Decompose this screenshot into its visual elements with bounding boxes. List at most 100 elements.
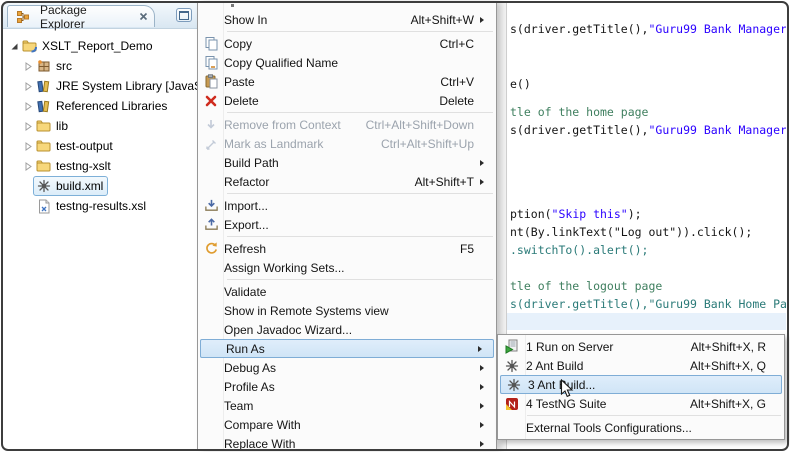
menu-item-refactor[interactable]: Refactor Alt+Shift+T (198, 172, 496, 191)
run-on-server-icon (498, 339, 526, 354)
menu-item-build-path[interactable]: Build Path (198, 153, 496, 172)
library-icon (35, 78, 52, 94)
menu-item-debug-as[interactable]: Debug As (198, 358, 496, 377)
menu-item-export[interactable]: Export... (198, 215, 496, 234)
menu-item-paste[interactable]: Paste Ctrl+V (198, 72, 496, 91)
menu-item-remove-from-context[interactable]: Remove from Context Ctrl+Alt+Shift+Down (198, 115, 496, 134)
tree-item-testng-results[interactable]: testng-results.xsl (3, 196, 197, 216)
tree-item-src[interactable]: src (3, 56, 197, 76)
tree-label: JRE System Library [JavaSE-1.6] (56, 79, 197, 93)
tree-item-project[interactable]: XSLT_Report_Demo (3, 36, 197, 56)
menu-item-profile-as[interactable]: Profile As (198, 377, 496, 396)
submenu-item-ant-build-3[interactable]: 3 Ant Build... (500, 375, 782, 394)
export-icon (198, 217, 224, 232)
submenu-arrow-icon (480, 179, 484, 185)
menu-item-assign-working-sets[interactable]: Assign Working Sets... (198, 258, 496, 277)
code-line: nt(By.linkText("Log out")).click(); (510, 225, 752, 239)
tree-item-testng-xslt[interactable]: testng-xslt (3, 156, 197, 176)
code-line: .switchTo().alert(); (510, 243, 648, 257)
submenu-arrow-icon (478, 346, 482, 352)
folder-icon (35, 158, 52, 174)
minimize-button[interactable] (176, 8, 192, 22)
tree-item-build-xml[interactable]: build.xml (3, 176, 197, 196)
package-explorer-panel: Package Explorer XSLT_Report_Demo src (3, 3, 197, 449)
package-explorer-icon (14, 9, 31, 25)
tree-label: lib (56, 119, 68, 133)
import-icon (198, 198, 224, 213)
menu-item-compare-with[interactable]: Compare With (198, 415, 496, 434)
expander-collapsed-icon[interactable] (24, 102, 35, 111)
code-line: s(driver.getTitle(),"Guru99 Bank Manager… (510, 123, 786, 137)
submenu-item-testng-suite[interactable]: 4 TestNG Suite Alt+Shift+X, G (498, 394, 784, 413)
expander-collapsed-icon[interactable] (24, 62, 35, 71)
submenu-arrow-icon (480, 384, 484, 390)
menu-item-replace-with[interactable]: Replace With (198, 434, 496, 452)
tree-label: testng-xslt (56, 159, 111, 173)
menu-item-copy-qualified-name[interactable]: Copy Qualified Name (198, 53, 496, 72)
expander-collapsed-icon[interactable] (24, 142, 35, 151)
run-as-submenu: 1 Run on Server Alt+Shift+X, R 2 Ant Bui… (497, 334, 785, 440)
code-line: s(driver.getTitle(),"Guru99 Bank Manager… (510, 22, 786, 36)
tree-item-jre-library[interactable]: JRE System Library [JavaSE-1.6] (3, 76, 197, 96)
menu-item-show-in[interactable]: Show In Alt+Shift+W (198, 10, 496, 29)
menu-item-validate[interactable]: Validate (198, 282, 496, 301)
context-menu: Show In Alt+Shift+W Copy Ctrl+C Copy Qua… (197, 2, 497, 450)
submenu-arrow-icon (480, 441, 484, 447)
submenu-arrow-icon (480, 17, 484, 23)
menu-item-import[interactable]: Import... (198, 196, 496, 215)
expander-collapsed-icon[interactable] (24, 122, 35, 131)
library-icon (35, 98, 52, 114)
code-line: s(driver.getTitle(),"Guru99 Bank Home Pa… (510, 297, 786, 311)
tree-label: testng-results.xsl (56, 199, 146, 213)
menu-item-run-as[interactable]: Run As (200, 339, 494, 358)
submenu-arrow-icon (480, 365, 484, 371)
tab-title: Package Explorer (40, 3, 134, 31)
ant-icon (500, 378, 528, 392)
project-tree: XSLT_Report_Demo src JRE System Library … (3, 29, 197, 216)
menu-item-show-in-remote-systems-view[interactable]: Show in Remote Systems view (198, 301, 496, 320)
source-package-icon (35, 58, 52, 74)
expander-expanded-icon[interactable] (10, 42, 21, 51)
testng-icon (498, 397, 526, 411)
submenu-item-run-on-server[interactable]: 1 Run on Server Alt+Shift+X, R (498, 337, 784, 356)
expander-collapsed-icon[interactable] (24, 162, 35, 171)
tree-label: test-output (56, 139, 113, 153)
menu-item-mark-as-landmark[interactable]: Mark as Landmark Ctrl+Alt+Shift+Up (198, 134, 496, 153)
tree-item-lib[interactable]: lib (3, 116, 197, 136)
submenu-arrow-icon (480, 422, 484, 428)
clipped-menu-item (198, 2, 496, 10)
selected-item-highlight: build.xml (33, 176, 108, 196)
eclipse-window: s(driver.getTitle(),"Guru99 Bank Manager… (0, 0, 790, 452)
tree-item-test-output[interactable]: test-output (3, 136, 197, 156)
current-line-highlight (507, 313, 786, 330)
ant-icon (35, 178, 52, 194)
menu-item-open-javadoc-wizard[interactable]: Open Javadoc Wizard... (198, 320, 496, 339)
submenu-item-ant-build-2[interactable]: 2 Ant Build Alt+Shift+X, Q (498, 356, 784, 375)
tree-item-referenced-libraries[interactable]: Referenced Libraries (3, 96, 197, 116)
close-icon[interactable] (139, 10, 148, 24)
tab-package-explorer[interactable]: Package Explorer (7, 5, 155, 27)
tree-label: Referenced Libraries (56, 99, 167, 113)
minimize-icon (179, 11, 189, 20)
folder-icon (35, 118, 52, 134)
java-project-icon (21, 38, 38, 54)
submenu-arrow-icon (480, 160, 484, 166)
paste-icon (198, 74, 224, 89)
refresh-icon (198, 241, 224, 256)
xsl-file-icon (35, 198, 52, 214)
menu-item-refresh[interactable]: Refresh F5 (198, 239, 496, 258)
delete-icon (198, 94, 224, 108)
remove-context-icon (198, 118, 224, 132)
menu-item-team[interactable]: Team (198, 396, 496, 415)
code-line: e() (510, 77, 531, 91)
submenu-item-external-tools-configurations[interactable]: External Tools Configurations... (498, 418, 784, 437)
menu-item-copy[interactable]: Copy Ctrl+C (198, 34, 496, 53)
mouse-cursor (560, 379, 574, 404)
view-tabbar: Package Explorer (3, 3, 197, 29)
tree-label: XSLT_Report_Demo (42, 39, 153, 53)
copy-icon (198, 36, 224, 51)
menu-item-delete[interactable]: Delete Delete (198, 91, 496, 110)
code-line: tle of the logout page (510, 279, 662, 293)
expander-collapsed-icon[interactable] (24, 82, 35, 91)
submenu-arrow-icon (480, 403, 484, 409)
